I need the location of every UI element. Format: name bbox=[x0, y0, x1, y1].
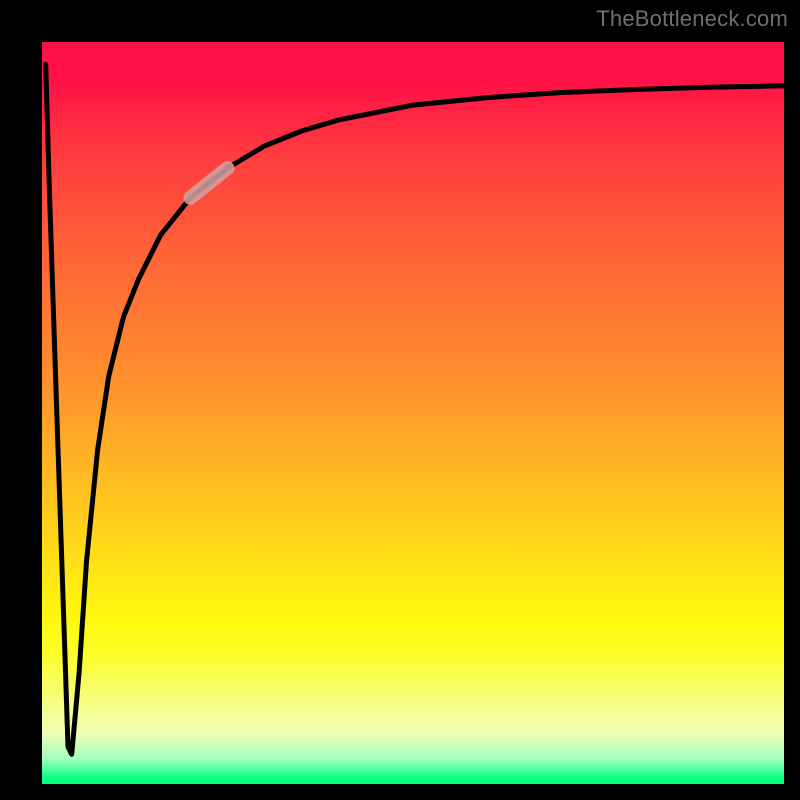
attribution-text: TheBottleneck.com bbox=[596, 6, 788, 32]
curve-svg bbox=[42, 42, 784, 784]
chart-plot-area bbox=[34, 34, 792, 792]
curve-highlight-band bbox=[190, 168, 227, 198]
bottleneck-curve-path bbox=[46, 64, 784, 754]
